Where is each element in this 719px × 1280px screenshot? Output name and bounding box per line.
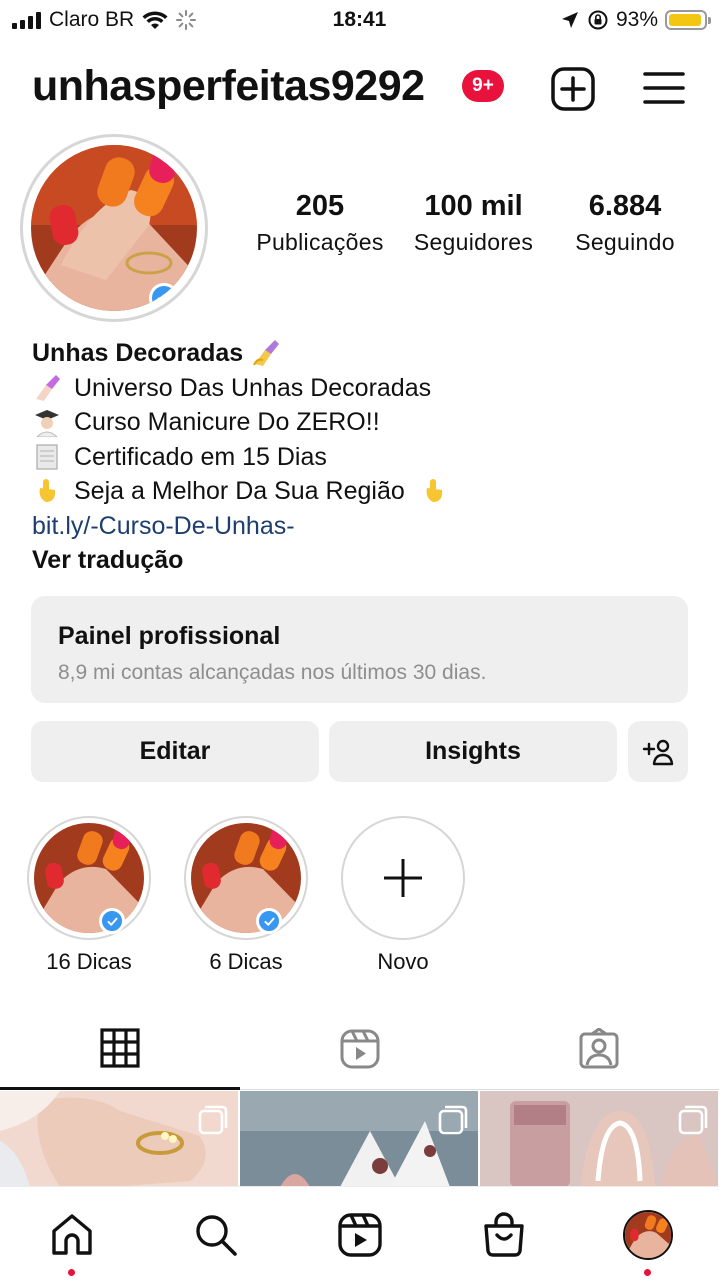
bio-line-text: Certificado em 15 Dias [74,442,327,471]
nav-reels[interactable] [330,1205,390,1265]
discover-people-button[interactable] [628,721,688,782]
highlight-label: 6 Dicas [209,949,283,974]
search-icon [196,1215,237,1256]
bio-line-2: Curso Manicure Do ZERO!! [32,405,692,440]
highlight-cover [184,816,308,940]
professional-dashboard[interactable]: Painel profissional 8,9 mi contas alcanç… [31,596,688,703]
bio-link-line: bit.ly/-Curso-De-Unhas- [32,509,692,544]
post-grid [0,1091,719,1187]
orientation-lock-icon [588,10,608,30]
username[interactable]: unhasperfeitas9292 [32,62,425,111]
see-translation-button[interactable]: Ver tradução [32,543,183,577]
profile-tabs [0,1008,719,1090]
insights-button[interactable]: Insights [329,721,617,782]
bio-line-text: Curso Manicure Do ZERO!! [74,408,380,437]
shop-icon [484,1212,524,1257]
bio-line-text: Seja a Melhor Da Sua Região [74,477,405,506]
followers-label: Seguidores [413,229,534,255]
menu-icon[interactable] [643,70,685,106]
post-thumbnail[interactable] [240,1091,478,1187]
profile-avatar [623,1210,673,1260]
bottom-navigation [0,1186,719,1280]
following-count: 6.884 [588,190,662,222]
status-right: 93% [560,8,711,32]
display-name: Unhas Decoradas [32,339,244,368]
plus-icon [384,859,422,897]
posts-label: Publicações [256,229,384,255]
status-bar: Claro BR 18:41 93% [0,0,719,42]
bio-line-1: Universo Das Unhas Decoradas [32,371,692,406]
verified-icon [99,908,125,934]
highlight-item[interactable]: 6 Dicas [184,816,308,975]
bio-line-3: Certificado em 15 Dias [32,440,692,475]
pointing-down-icon [39,479,56,503]
bio-line-text: Universo Das Unhas Decoradas [74,373,432,402]
notification-dot [644,1269,651,1276]
profile-stats: 205 Publicações 100 mil Seguidores 6.884… [246,190,696,270]
battery-percent: 93% [615,8,658,31]
carousel-icon [438,1105,468,1135]
bio-link[interactable]: bit.ly/-Curso-De-Unhas- [32,509,295,543]
nav-shop[interactable] [474,1205,534,1265]
battery-level [669,14,701,26]
profile-avatar[interactable] [20,134,208,322]
notification-badge: 9+ [462,70,504,102]
pointing-down-icon [426,479,442,503]
reels-icon [338,1213,382,1257]
highlight-label: Novo [377,949,429,974]
dashboard-subtitle: 8,9 mi contas alcançadas nos últimos 30 … [58,661,487,684]
verified-icon [256,908,282,934]
new-post-icon[interactable] [550,66,596,112]
home-icon [52,1214,92,1255]
followers-count: 100 mil [424,190,523,222]
avatar-image [31,145,197,311]
carousel-icon [198,1105,228,1135]
highlight-cover [27,816,151,940]
notification-dot [68,1269,75,1276]
following-stat[interactable]: 6.884 Seguindo [560,190,690,256]
new-highlight-circle [341,816,465,940]
grid-icon [100,1027,140,1068]
post-thumbnail[interactable] [0,1091,238,1187]
reels-icon [340,1029,380,1069]
nav-search[interactable] [186,1205,246,1265]
add-user-icon [642,739,674,765]
nail-polish-icon [36,374,60,401]
tab-reels[interactable] [240,1008,480,1090]
tab-posts[interactable] [0,1008,240,1090]
bio-name-line: Unhas Decoradas [32,336,692,371]
new-highlight-button[interactable]: Novo [341,816,465,975]
scroll-icon [36,444,58,470]
bio-line-4: Seja a Melhor Da Sua Região [32,474,692,509]
posts-count: 205 [295,190,345,222]
following-label: Seguindo [575,229,675,255]
carousel-icon [678,1105,708,1135]
verified-icon [149,283,179,311]
followers-stat[interactable]: 100 mil Seguidores [401,190,546,256]
student-icon [35,410,59,438]
nav-home[interactable] [42,1205,102,1265]
location-arrow-icon [561,12,578,28]
dashboard-title: Painel profissional [58,622,281,650]
post-thumbnail[interactable] [480,1091,718,1187]
battery-icon [665,10,711,30]
edit-profile-button[interactable]: Editar [31,721,319,782]
highlight-label: 16 Dicas [46,949,132,974]
nail-polish-icon [253,340,280,367]
highlight-item[interactable]: 16 Dicas [27,816,151,975]
tagged-icon [579,1028,619,1069]
profile-bio: Unhas Decoradas Universo Das Unhas Decor… [32,336,692,578]
posts-stat[interactable]: 205 Publicações [246,190,394,256]
nav-profile[interactable] [618,1205,678,1265]
translate-line: Ver tradução [32,543,692,578]
tab-tagged[interactable] [479,1008,719,1090]
profile-header: unhasperfeitas9292 9+ [0,56,719,120]
